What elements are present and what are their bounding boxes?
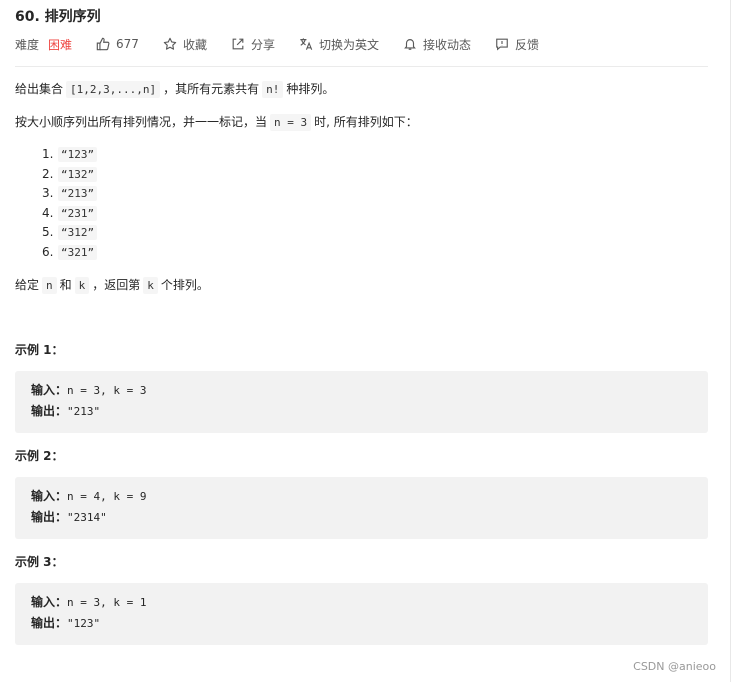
output-label: 输出：: [31, 510, 68, 524]
list-value: “213”: [58, 186, 98, 202]
list-number: 4.: [42, 205, 54, 220]
list-value: “231”: [58, 205, 98, 221]
list-item: 3. “213”: [42, 184, 98, 204]
list-item: 4. “231”: [42, 204, 98, 224]
feedback-icon: [496, 38, 508, 51]
share-icon: [232, 38, 244, 50]
description-paragraph-3: 给定 n 和 k ，返回第 k 个排列。: [15, 276, 209, 295]
list-number: 1.: [42, 147, 54, 161]
difficulty-badge: 困难: [48, 37, 73, 52]
description-paragraph-2: 按大小顺序列出所有排列情况，并一一标记，当 n = 3 时, 所有排列如下：: [15, 113, 418, 132]
example-box: 输入：n = 3, k = 3 输出："213": [15, 371, 708, 433]
desc-text: 和: [59, 278, 72, 292]
output-label: 输出：: [31, 616, 68, 630]
list-item: 2. “132”: [42, 165, 98, 185]
share-button[interactable]: 分享: [231, 36, 275, 53]
example-input: 输入：n = 3, k = 1: [31, 594, 147, 611]
desc-text: 个排列。: [160, 278, 209, 292]
feedback-button[interactable]: 反馈: [495, 36, 539, 53]
difficulty-label: 难度: [15, 37, 40, 52]
subscribe-label: 接收动态: [422, 37, 471, 52]
input-label: 输入：: [31, 383, 68, 397]
favorite-button[interactable]: 收藏: [163, 36, 207, 53]
input-value: n = 3, k = 3: [67, 384, 147, 397]
desc-text: 给定: [15, 278, 40, 292]
header-divider: [15, 66, 708, 67]
translate-button[interactable]: 切换为英文: [299, 36, 379, 53]
list-item: 6. “321”: [42, 243, 98, 263]
subscribe-button[interactable]: 接收动态: [403, 36, 471, 53]
list-item: 5. “312”: [42, 223, 98, 243]
list-number: 2.: [42, 166, 54, 181]
example-input: 输入：n = 4, k = 9: [31, 488, 147, 505]
desc-text: 种排列。: [286, 82, 335, 96]
desc-text: ，其所有元素共有: [163, 82, 260, 96]
output-value: "213": [67, 405, 101, 418]
desc-text: 时, 所有排列如下：: [314, 115, 418, 129]
description-paragraph-1: 给出集合 [1,2,3,...,n] ，其所有元素共有 n! 种排列。: [15, 80, 334, 99]
example-title: 示例 1：: [15, 343, 64, 357]
input-label: 输入：: [31, 595, 68, 609]
translate-icon: [300, 38, 313, 50]
example-box: 输入：n = 4, k = 9 输出："2314": [15, 477, 708, 539]
list-value: “132”: [58, 166, 98, 182]
input-value: n = 4, k = 9: [67, 490, 147, 503]
inline-code: n = 3: [270, 114, 312, 131]
feedback-label: 反馈: [515, 37, 540, 52]
inline-code: k: [74, 277, 90, 294]
list-number: 3.: [42, 186, 54, 201]
like-button[interactable]: 677: [96, 37, 139, 51]
list-item: 1. “123”: [42, 145, 98, 165]
example-output: 输出："2314": [31, 509, 107, 526]
input-value: n = 3, k = 1: [67, 596, 147, 609]
share-label: 分享: [250, 37, 275, 52]
example-title: 示例 3：: [15, 555, 64, 569]
output-value: "123": [67, 617, 101, 630]
desc-text: 按大小顺序列出所有排列情况，并一一标记，当: [15, 115, 268, 129]
inline-code: k: [143, 277, 158, 294]
desc-text: ，返回第: [92, 278, 141, 292]
desc-text: 给出集合: [15, 82, 64, 96]
list-value: “321”: [58, 244, 98, 260]
input-label: 输入：: [31, 489, 68, 503]
list-number: 6.: [42, 244, 54, 259]
bell-icon: [404, 39, 416, 50]
inline-code: n: [42, 277, 57, 294]
example-box: 输入：n = 3, k = 1 输出："123": [15, 583, 708, 645]
thumbs-up-icon: [96, 37, 110, 51]
watermark: CSDN @anieoo: [633, 660, 716, 673]
example-output: 输出："123": [31, 615, 100, 632]
list-value: “123”: [58, 147, 98, 162]
inline-code: n!: [262, 81, 284, 98]
example-output: 输出："213": [31, 403, 100, 420]
translate-label: 切换为英文: [318, 37, 379, 52]
example-title: 示例 2：: [15, 449, 64, 463]
star-icon: [163, 37, 177, 50]
permutation-list: 1. “123” 2. “132” 3. “213” 4. “231” 5. “312” …: [42, 145, 98, 263]
inline-code: [1,2,3,...,n]: [66, 81, 161, 98]
like-count: 677: [116, 37, 139, 51]
example-input: 输入：n = 3, k = 3: [31, 382, 147, 399]
favorite-label: 收藏: [182, 37, 207, 52]
output-value: "2314": [67, 511, 107, 524]
problem-title: 60. 排列序列: [15, 9, 101, 25]
list-value: “312”: [58, 225, 98, 241]
list-number: 5.: [42, 225, 54, 240]
output-label: 输出：: [31, 404, 68, 418]
problem-meta-bar: 难度 困难 677 收藏 分享 切换为英文 接收动态 反馈: [15, 35, 563, 53]
